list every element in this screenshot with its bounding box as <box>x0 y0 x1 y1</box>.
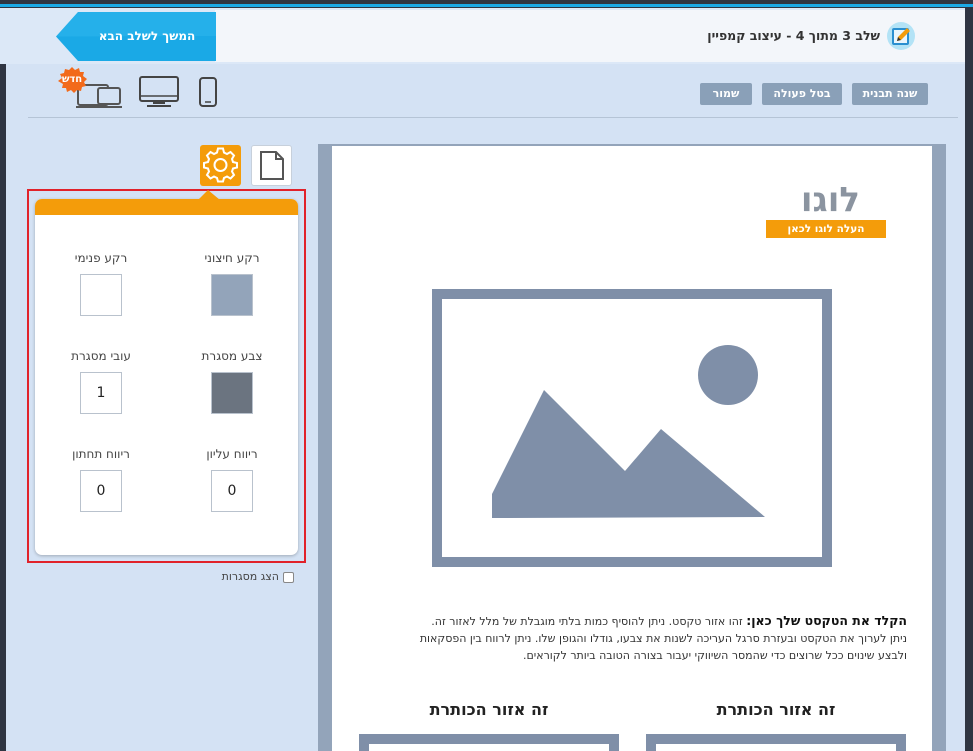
toolbar-divider <box>28 117 958 118</box>
column-image-right[interactable] <box>646 734 906 751</box>
image-placeholder-icon[interactable] <box>432 289 832 567</box>
desktop-view-icon[interactable] <box>139 76 179 108</box>
next-step-label: המשך לשלב הבא <box>98 29 196 43</box>
outer-bg-label: רקע חיצוני <box>204 251 260 265</box>
edit-campaign-icon <box>886 21 916 51</box>
inner-bg-swatch[interactable] <box>80 274 122 316</box>
new-badge-label: חדש <box>61 74 83 85</box>
text-block[interactable]: הקלד את הטקסט שלך כאן: זהו אזור טקסט. ני… <box>350 612 907 664</box>
top-padding-input[interactable]: 0 <box>211 470 253 512</box>
outer-bg-swatch[interactable] <box>211 274 253 316</box>
text-line-2: ניתן לערוך את הטקסט ובעזרת סרגל העריכה ל… <box>419 632 907 645</box>
text-line-3: ולבצע שינוים ככל שרוצים כדי שהמסר השיווק… <box>522 649 907 662</box>
new-badge: חדש <box>56 66 88 94</box>
column-title-left[interactable]: זה אזור הכותרת <box>359 700 619 719</box>
inner-bg-label: רקע פנימי <box>74 251 128 265</box>
window-edge-left <box>0 64 6 751</box>
save-button[interactable]: שמור <box>700 83 752 105</box>
show-frames-option[interactable]: הצג מסגרות <box>216 570 294 586</box>
column-title-right[interactable]: זה אזור הכותרת <box>646 700 906 719</box>
bottom-padding-label: ריווח תחתון <box>72 447 130 461</box>
text-heading: הקלד את הטקסט שלך כאן: <box>746 613 907 628</box>
border-color-swatch[interactable] <box>211 372 253 414</box>
top-bar <box>0 0 973 8</box>
settings-panel-pointer <box>198 190 220 200</box>
border-width-label: עובי מסגרת <box>71 349 131 363</box>
upload-logo-button[interactable]: העלה לוגו לכאן <box>766 220 886 238</box>
logo-placeholder[interactable]: לוגו <box>760 180 860 220</box>
border-width-input[interactable]: 1 <box>80 372 122 414</box>
gear-icon <box>203 147 238 183</box>
text-line-1: זהו אזור טקסט. ניתן להוסיף כמות בלתי מוג… <box>431 615 747 628</box>
page-icon <box>260 151 284 180</box>
show-frames-label: הצג מסגרות <box>221 570 279 583</box>
next-step-button[interactable]: המשך לשלב הבא <box>56 12 216 61</box>
step-title: שלב 3 מתוך 4 - עיצוב קמפיין <box>707 28 880 43</box>
mobile-view-icon[interactable] <box>199 77 217 107</box>
change-template-button[interactable]: שנה תבנית <box>852 83 928 105</box>
page-settings-tab[interactable] <box>251 145 292 186</box>
border-color-label: צבע מסגרת <box>201 349 263 363</box>
settings-tab[interactable] <box>200 145 241 186</box>
undo-button[interactable]: בטל פעולה <box>762 83 842 105</box>
top-padding-label: ריווח עליון <box>206 447 258 461</box>
show-frames-checkbox[interactable] <box>283 571 294 583</box>
bottom-padding-input[interactable]: 0 <box>80 470 122 512</box>
window-edge-right <box>965 8 973 751</box>
column-image-left[interactable] <box>359 734 619 751</box>
settings-panel-header <box>35 199 298 215</box>
